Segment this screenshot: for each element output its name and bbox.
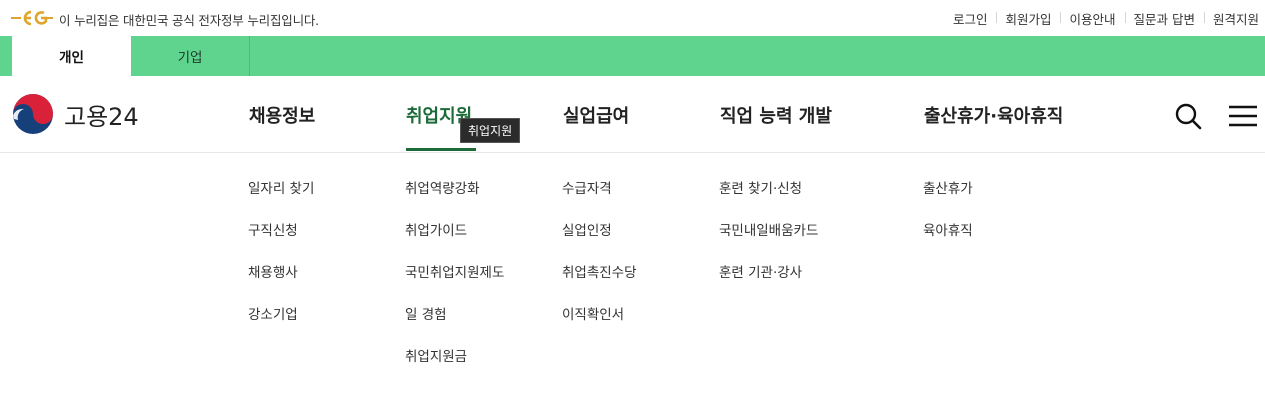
submenu-item[interactable]: 취업역량강화 (405, 181, 504, 223)
signup-link[interactable]: 회원가입 (996, 9, 1060, 28)
gnb-job-info[interactable]: 채용정보 (249, 102, 315, 128)
submenu-item[interactable]: 출산휴가 (923, 181, 973, 223)
login-link[interactable]: 로그인 (944, 9, 997, 28)
submenu-item[interactable]: 일자리 찾기 (248, 181, 314, 223)
submenu-item[interactable]: 국민내일배움카드 (719, 223, 818, 265)
gov-banner: 이 누리집은 대한민국 공식 전자정부 누리집입니다. 로그인 회원가입 이용안… (0, 0, 1265, 36)
gnb-vocational-training[interactable]: 직업 능력 개발 (720, 102, 832, 128)
tab-company[interactable]: 기업 (131, 36, 250, 76)
main-header: 고용24 (0, 76, 1265, 153)
user-type-tab-bar: 개인 기업 (0, 36, 1265, 76)
tab-personal[interactable]: 개인 (12, 36, 131, 76)
submenu-item[interactable]: 국민취업지원제도 (405, 265, 504, 307)
remote-support-link[interactable]: 원격지원 (1203, 9, 1259, 28)
submenu-item[interactable]: 구직신청 (248, 223, 314, 265)
submenu-item[interactable]: 훈련 기관·강사 (719, 265, 818, 307)
gnb-parental-leave[interactable]: 출산휴가·육아휴직 (924, 102, 1063, 128)
submenu-item[interactable]: 취업지원금 (405, 349, 504, 391)
gnb-unemployment-benefit[interactable]: 실업급여 (563, 102, 629, 128)
usage-guide-link[interactable]: 이용안내 (1060, 9, 1124, 28)
taegeuk-emblem-icon (13, 94, 53, 134)
gov-banner-text: 이 누리집은 대한민국 공식 전자정부 누리집입니다. (59, 13, 319, 28)
submenu-item[interactable]: 수급자격 (562, 181, 637, 223)
qna-link[interactable]: 질문과 답변 (1124, 9, 1204, 28)
active-nav-underline (406, 148, 476, 151)
brand-logo[interactable]: 고용24 (12, 93, 139, 135)
utility-links: 로그인 회원가입 이용안내 질문과 답변 원격지원 (944, 9, 1259, 28)
submenu-job-info: 일자리 찾기 구직신청 채용행사 강소기업 (248, 181, 314, 349)
submenu-vocational-training: 훈련 찾기·신청 국민내일배움카드 훈련 기관·강사 (719, 181, 818, 307)
submenu-item[interactable]: 채용행사 (248, 265, 314, 307)
submenu-item[interactable]: 강소기업 (248, 307, 314, 349)
hamburger-menu-icon[interactable] (1227, 102, 1259, 130)
submenu-item[interactable]: 훈련 찾기·신청 (719, 181, 818, 223)
submenu-item[interactable]: 취업촉진수당 (562, 265, 637, 307)
brand-name: 고용24 (64, 102, 139, 131)
search-icon[interactable] (1173, 101, 1203, 131)
submenu-employment-support: 취업역량강화 취업가이드 국민취업지원제도 일 경험 취업지원금 (405, 181, 504, 391)
eg-logo-icon (11, 10, 53, 26)
submenu-item[interactable]: 실업인정 (562, 223, 637, 265)
submenu-parental-leave: 출산휴가 육아휴직 (923, 181, 973, 265)
submenu-item[interactable]: 일 경험 (405, 307, 504, 349)
submenu-item[interactable]: 육아휴직 (923, 223, 973, 265)
nav-tooltip: 취업지원 (460, 118, 521, 143)
submenu-item[interactable]: 취업가이드 (405, 223, 504, 265)
submenu-item[interactable]: 이직확인서 (562, 307, 637, 349)
submenu-unemployment-benefit: 수급자격 실업인정 취업촉진수당 이직확인서 (562, 181, 637, 349)
